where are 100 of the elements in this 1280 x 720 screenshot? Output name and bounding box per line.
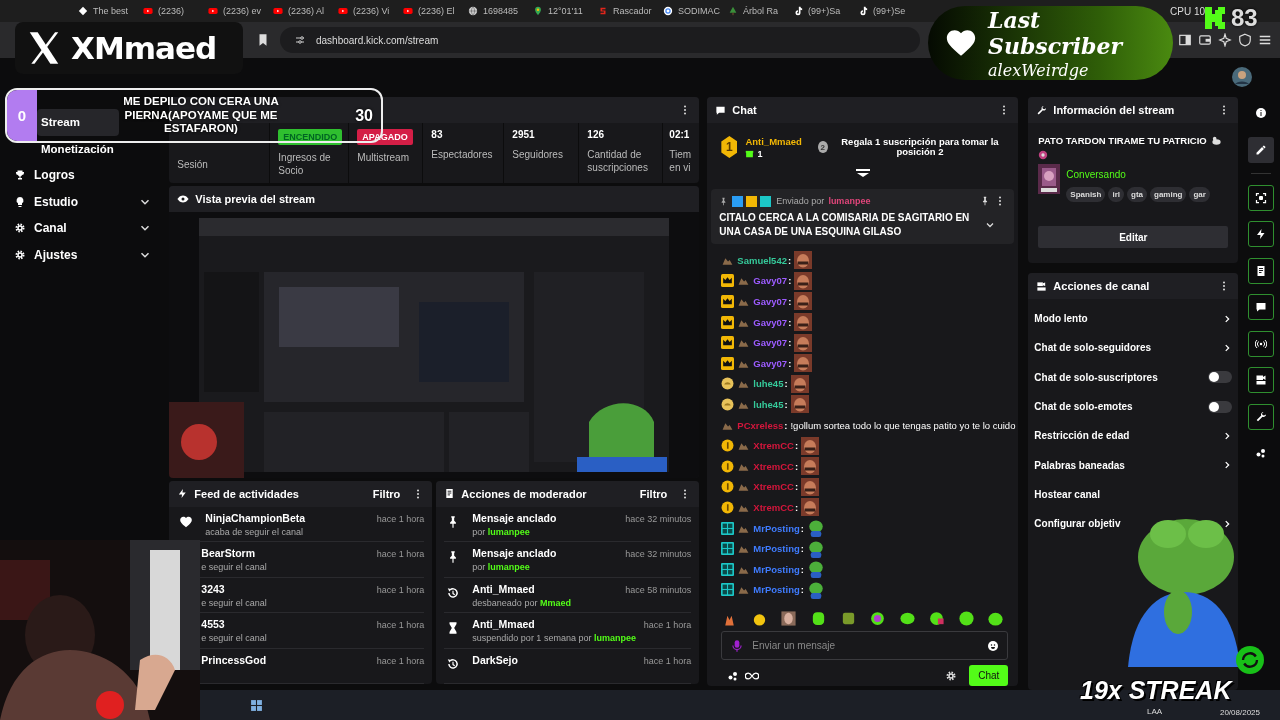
browser-tab[interactable]: (2236) Vi <box>332 0 397 22</box>
entry-title: 4553 <box>201 618 226 630</box>
message-input[interactable]: Enviar un mensaje <box>721 631 1009 660</box>
subscriber-name: alexWeirdge <box>988 60 1090 80</box>
chat-separator: : <box>788 337 792 349</box>
sidebar-item[interactable]: Ajustes <box>0 241 165 268</box>
browser-tab[interactable]: Rascador <box>592 0 657 22</box>
action-item[interactable]: Configurar objetiv <box>1028 509 1239 539</box>
tag-chip[interactable]: gaming <box>1150 187 1187 202</box>
entry-title: NinjaChampionBeta <box>205 511 307 524</box>
banner-label: Last Subscriber <box>988 6 1125 59</box>
browser-tab[interactable]: (2236) <box>137 0 202 22</box>
chat-username[interactable]: Gavy07 <box>753 337 788 349</box>
entry-time: hace 1 hora <box>643 619 692 632</box>
chat-separator: : <box>784 419 788 431</box>
clock-date: 20/08/2025 <box>1219 707 1260 717</box>
browser-tab[interactable]: SODIMAC <box>657 0 722 22</box>
category-name: Conversando <box>1066 169 1126 180</box>
chat-username[interactable]: luhe45 <box>753 398 784 410</box>
sidebar-item[interactable]: Stream <box>37 109 119 136</box>
entry-title: Mensaje anclado <box>472 511 558 524</box>
entry-time: hace 32 minutos <box>625 548 692 561</box>
browser-tab[interactable]: Árbol Ra <box>722 0 787 22</box>
sidebar-item[interactable]: Monetización <box>37 135 119 162</box>
browser-tab[interactable]: 12°01'11 <box>527 0 592 22</box>
action-item[interactable]: Chat de solo-suscriptores <box>1028 362 1239 392</box>
browser-tab[interactable]: (2236) El <box>397 0 462 22</box>
entry-detail: suspendido por 1 semana por lumanpee <box>472 633 634 643</box>
action-item[interactable]: Hostear canal <box>1028 479 1239 510</box>
chat-username[interactable]: Samuel542 <box>737 254 787 266</box>
goal-text: ME DEPILO CON CERA UNA PIERNA(APOYAME QUE ME ESTAFARON) <box>122 94 280 137</box>
stat-label: Multistream <box>357 151 410 164</box>
chat-username[interactable]: luhe45 <box>753 378 784 390</box>
handle-text: XMmaed <box>71 30 217 66</box>
goal-current: 0 <box>7 90 37 141</box>
stream-title: PATO TARDON TIRAME TU PATRICIO <box>1038 135 1207 146</box>
browser-tab[interactable]: (99+)Se <box>852 0 917 22</box>
chat-username[interactable]: Gavy07 <box>753 296 788 307</box>
entry-time: hace 58 minutos <box>625 583 692 597</box>
entry-detail: por lumanpee <box>472 562 531 572</box>
action-item[interactable]: Chat de solo-seguidores <box>1028 333 1239 363</box>
tag-chip[interactable]: gta <box>1127 187 1147 202</box>
stat-value: 126 <box>587 129 605 142</box>
chat-separator: : <box>800 563 804 575</box>
rank-badge: 2 <box>817 141 828 153</box>
tag-chip[interactable]: Spanish <box>1066 187 1106 202</box>
chat-username[interactable]: Gavy07 <box>753 275 788 287</box>
entry-detail: desbaneado por Mmaed <box>472 597 572 608</box>
rank-badge: 1 <box>721 136 738 158</box>
browser-tab[interactable]: (2236) ev <box>202 0 267 22</box>
entry-time: hace 1 hora <box>376 512 425 526</box>
chat-username[interactable]: Gavy07 <box>753 316 788 328</box>
panel-title: Chat <box>732 104 757 116</box>
chat-separator: : <box>784 398 788 410</box>
chat-separator: : <box>788 296 792 307</box>
entry-detail: por lumanpee <box>472 526 531 537</box>
browser-tab[interactable]: (2236) Al <box>267 0 332 22</box>
stat-label: Seguidores <box>512 148 564 161</box>
action-item[interactable]: Restricción de edad <box>1028 421 1239 451</box>
filter-button[interactable]: Filtro <box>633 487 674 500</box>
entry-detail: acaba de seguir el canal <box>205 526 304 537</box>
action-item[interactable]: Modo lento <box>1028 304 1239 334</box>
chat-separator: : <box>795 460 799 472</box>
chat-username[interactable]: MrPosting <box>753 584 800 596</box>
panel-title: Feed de actividades <box>194 487 299 500</box>
action-item[interactable]: Palabras baneadas <box>1028 450 1239 480</box>
entry-time: hace 1 hora <box>376 548 425 561</box>
sidebar-item[interactable]: Estudio <box>0 188 165 215</box>
send-button[interactable]: Chat <box>969 665 1009 686</box>
address-bar[interactable]: dashboard.kick.com/stream <box>280 27 920 53</box>
stat-label: Sesión <box>177 158 209 171</box>
action-item[interactable]: Chat de solo-emotes <box>1028 391 1239 422</box>
browser-tab[interactable]: 1698485 <box>462 0 527 22</box>
chat-separator: : <box>795 501 799 513</box>
browser-tab[interactable]: (99+)Sa <box>787 0 852 22</box>
panel-title: Vista previa del stream <box>195 193 315 205</box>
entry-detail: e seguir el canal <box>201 562 268 572</box>
chat-separator: : <box>788 275 792 287</box>
stat-label: Cantidad de suscripciones <box>587 148 649 174</box>
chat-username[interactable]: Gavy07 <box>753 357 788 369</box>
pinned-text: CITALO CERCA A LA COMISARIA DE SAGITARIO EN UNA CASA DE UNA ESQUINA GILASO <box>719 211 971 238</box>
chat-username[interactable]: MrPosting <box>753 522 800 534</box>
tag-chip[interactable]: gar <box>1189 187 1210 202</box>
entry-title: BearStorm <box>201 547 256 559</box>
chat-message: !gollum sortea todo lo que tengas patito yo te lo cuido <box>790 419 1016 431</box>
chat-separator: : <box>795 481 799 493</box>
stat-label: Tiem en vi <box>669 148 693 174</box>
chat-separator: : <box>788 254 792 266</box>
leader-prompt: Regala 1 suscripción para tomar la posición 2 <box>840 137 1000 157</box>
sidebar-item[interactable]: Logros <box>0 162 165 189</box>
gift-count: 1 <box>757 148 763 159</box>
edit-button[interactable]: Editar <box>1038 226 1229 248</box>
browser-tab[interactable]: The best <box>72 0 137 22</box>
filter-button[interactable]: Filtro <box>366 487 407 500</box>
sidebar-item[interactable]: Canal <box>0 215 165 242</box>
chat-username[interactable]: MrPosting <box>753 543 800 555</box>
chat-username[interactable]: MrPosting <box>753 563 800 575</box>
panel-title: Acciones de canal <box>1053 280 1150 292</box>
entry-title: 3243 <box>201 582 226 595</box>
tag-chip[interactable]: irl <box>1108 187 1124 202</box>
